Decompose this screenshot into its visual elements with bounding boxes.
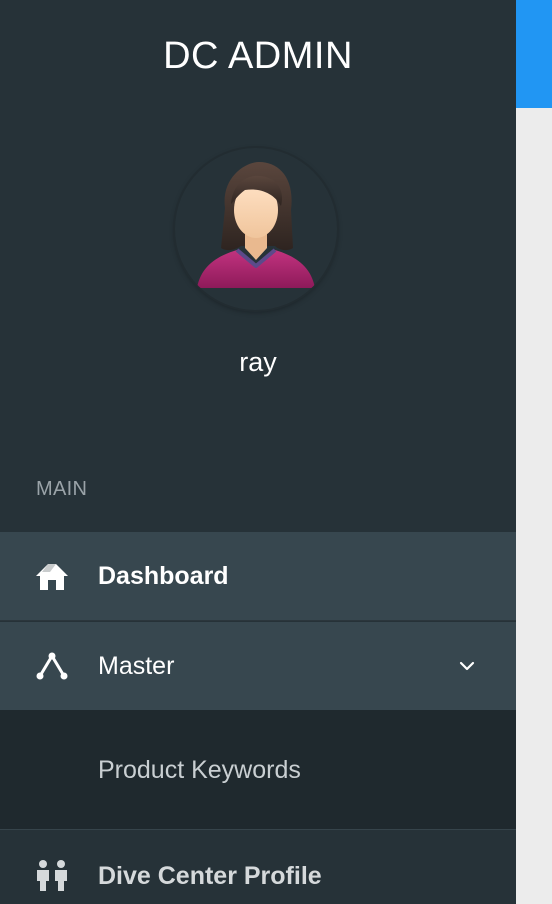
sidebar-item-label: Dashboard bbox=[98, 562, 229, 590]
home-icon bbox=[34, 558, 70, 594]
people-icon bbox=[34, 858, 70, 894]
female-user-avatar-icon bbox=[197, 162, 315, 288]
sidebar-item-label: Dive Center Profile bbox=[98, 862, 322, 890]
sidebar-subitem-product-keywords[interactable]: Product Keywords bbox=[98, 754, 301, 786]
sidebar-item-label: Master bbox=[98, 652, 175, 680]
top-navbar bbox=[516, 0, 552, 108]
brand-title[interactable]: DC ADMIN bbox=[0, 30, 516, 82]
chevron-down-icon[interactable] bbox=[456, 655, 478, 677]
sidebar: DC ADMIN ray MAIN Dashboard Master Produ… bbox=[0, 0, 516, 904]
section-label-main: MAIN bbox=[36, 478, 88, 500]
sidebar-item-dashboard[interactable]: Dashboard bbox=[0, 532, 516, 621]
sidebar-item-master[interactable]: Master bbox=[0, 622, 516, 710]
username[interactable]: ray bbox=[0, 344, 516, 380]
branch-icon bbox=[34, 648, 70, 684]
admin-page: DC ADMIN ray MAIN Dashboard Master Produ… bbox=[0, 0, 552, 904]
content-area bbox=[516, 0, 552, 904]
submenu-master: Product Keywords bbox=[0, 710, 516, 830]
user-avatar[interactable] bbox=[175, 148, 337, 310]
sidebar-item-dive-center-profile[interactable]: Dive Center Profile bbox=[0, 831, 516, 904]
